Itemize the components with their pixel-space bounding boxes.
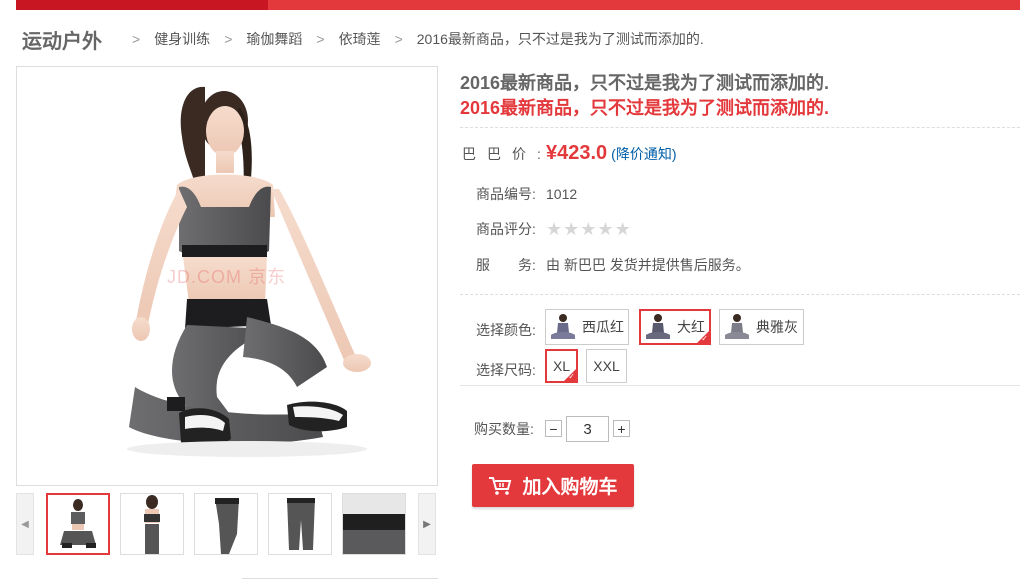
add-to-cart-button[interactable]: 加入购物车 [472, 464, 634, 507]
top-accent-bar-dark [16, 0, 268, 10]
thumb-next-button[interactable]: ▶ [418, 493, 436, 555]
breadcrumb: 运动户外 > 健身训练 > 瑜伽舞蹈 > 依琦莲 > 2016最新商品，只不过是… [22, 24, 704, 54]
product-subtitle: 2016最新商品，只不过是我为了测试而添加的. [460, 98, 830, 118]
thumb-prev-button[interactable]: ◀ [16, 493, 34, 555]
thumbnail-image [287, 498, 315, 550]
quantity-label: 购买数量: [474, 421, 534, 437]
price-row: 巴巴价: ¥423.0 (降价通知) [462, 142, 677, 165]
chevron-right-icon: > [132, 31, 141, 47]
service-row: 服 务: 由 新巴巴 发货并提供售后服务。 [476, 255, 750, 275]
watermark: JD.COM 京东 [167, 267, 286, 287]
color-swatch-image [551, 314, 575, 339]
star-icon: ★ [546, 219, 563, 239]
size-option-label: XXL [593, 358, 620, 374]
quantity-increase-button[interactable]: + [613, 420, 630, 437]
color-swatch-image [725, 314, 749, 339]
color-option-dahong[interactable]: 大红 ✓ [639, 309, 711, 345]
top-accent-bar [16, 0, 1020, 10]
product-title: 2016最新商品，只不过是我为了测试而添加的. [460, 73, 830, 93]
product-main-image[interactable]: JD.COM 京东 [16, 66, 438, 486]
size-option-xl[interactable]: XL ✓ [545, 349, 578, 383]
check-icon: ✓ [701, 334, 708, 343]
chevron-right-icon: ▶ [423, 518, 431, 530]
divider [460, 294, 1020, 295]
quantity-decrease-button[interactable]: − [545, 420, 562, 437]
breadcrumb-item[interactable]: 瑜伽舞蹈 [246, 29, 302, 49]
rating-row: 商品评分: ★ ★ ★ ★ ★ [476, 219, 631, 239]
sku-label: 商品编号: [476, 186, 536, 202]
breadcrumb-item[interactable]: 健身训练 [154, 29, 210, 49]
divider [460, 127, 1020, 128]
chevron-left-icon: ◀ [21, 518, 29, 530]
sku-value: 1012 [546, 186, 578, 202]
size-label: 选择尺码: [476, 362, 536, 378]
check-icon: ✓ [568, 372, 575, 381]
color-label: 选择颜色: [476, 322, 536, 338]
thumbnail-leggings-side[interactable] [194, 493, 258, 555]
price-label: 巴巴价: [462, 146, 552, 162]
price-value: ¥423.0 [546, 142, 608, 164]
rating-label: 商品评分: [476, 221, 536, 237]
star-icon: ★ [597, 219, 614, 239]
divider [242, 578, 438, 579]
thumbnail-leggings-front[interactable] [268, 493, 332, 555]
thumbnail-image [215, 498, 239, 554]
service-value: 由 新巴巴 发货并提供售后服务。 [546, 257, 750, 273]
add-to-cart-label: 加入购物车 [522, 477, 618, 498]
thumbnail-image [343, 494, 405, 554]
color-option-label: 西瓜红 [582, 319, 624, 335]
star-icon: ★ [563, 219, 580, 239]
thumbnail-image [144, 495, 160, 554]
color-option-label: 典雅灰 [756, 319, 798, 335]
price-notify-link[interactable]: (降价通知) [611, 144, 676, 164]
thumbnail-strip: ◀ ▶ [16, 493, 438, 557]
star-icon: ★ [580, 219, 597, 239]
thumbnail-back-view[interactable] [120, 493, 184, 555]
breadcrumb-item[interactable]: 依琦莲 [339, 29, 381, 49]
breadcrumb-root[interactable]: 运动户外 [22, 25, 102, 54]
color-option-xiguahong[interactable]: 西瓜红 [545, 309, 629, 345]
sku-row: 商品编号: 1012 [476, 184, 577, 204]
cart-icon [489, 476, 512, 495]
chevron-right-icon: > [224, 31, 233, 47]
breadcrumb-current: 2016最新商品，只不过是我为了测试而添加的. [416, 31, 704, 47]
color-option-dianyahui[interactable]: 典雅灰 [719, 309, 804, 345]
size-option-xxl[interactable]: XXL [586, 349, 627, 383]
thumbnail-image [60, 499, 96, 548]
service-label: 服 务: [476, 257, 536, 273]
color-swatch-image [646, 314, 670, 339]
quantity-input[interactable] [566, 416, 609, 442]
thumbnail-waistband-closeup[interactable] [342, 493, 406, 555]
thumbnail-front-pose[interactable] [46, 493, 110, 555]
chevron-right-icon: > [316, 31, 325, 47]
chevron-right-icon: > [394, 31, 403, 47]
star-icon: ★ [614, 219, 631, 239]
divider [460, 385, 1020, 386]
rating-stars: ★ ★ ★ ★ ★ [546, 220, 631, 238]
